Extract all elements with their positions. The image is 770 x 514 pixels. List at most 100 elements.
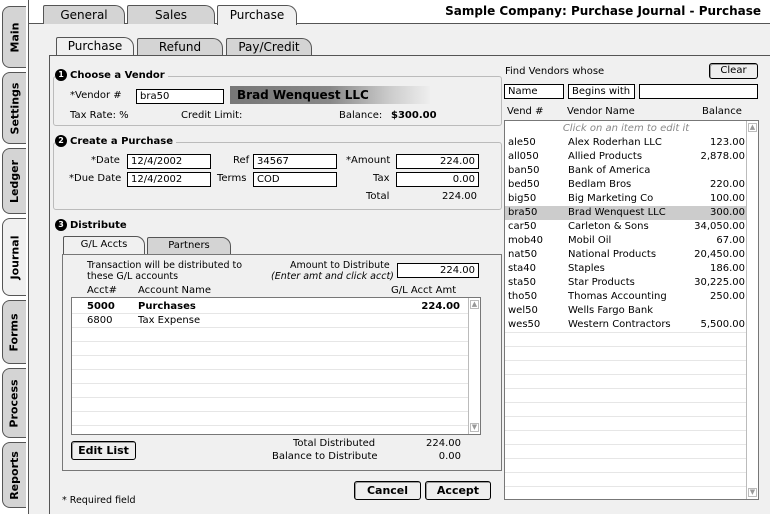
due-date-field[interactable]: [127, 172, 211, 187]
due-date-label: *Due Date: [69, 173, 122, 184]
vendor-list-hint: Click on an item to edit it: [562, 123, 690, 134]
vendor-row[interactable]: all050 Allied Products 2,878.00: [505, 150, 747, 164]
vendor-cell-name: Alex Roderhan LLC: [568, 137, 662, 148]
left-nav: Main Settings Ledger Journal Forms Proce…: [0, 0, 28, 514]
vendor-row[interactable]: wes50 Western Contractors 5,500.00: [505, 318, 747, 332]
vendor-row[interactable]: bra50 Brad Wenquest LLC 300.00: [505, 206, 747, 220]
find-field-select[interactable]: [504, 84, 564, 99]
scroll-up-icon[interactable]: ▲: [748, 123, 757, 132]
grid-line: [505, 458, 746, 459]
grid-line: [72, 313, 468, 314]
grid-line: [505, 430, 746, 431]
main-window: General Sales Purchase Sample Company: P…: [28, 0, 770, 514]
tab-partners[interactable]: Partners: [147, 237, 231, 254]
gl-account-row[interactable]: 5000 Purchases 224.00: [72, 300, 468, 314]
subtab-refund[interactable]: Refund: [137, 38, 223, 56]
vendor-number-label: *Vendor #: [70, 90, 122, 101]
edit-list-button[interactable]: Edit List: [71, 441, 136, 460]
amount-field[interactable]: [396, 154, 479, 169]
vendor-cell-bal: 5,500.00: [700, 319, 745, 330]
nav-tab-settings[interactable]: Settings: [2, 72, 26, 144]
subtab-pay-credit[interactable]: Pay/Credit: [226, 38, 312, 56]
vendor-row[interactable]: car50 Carleton & Sons 34,050.00: [505, 220, 747, 234]
total-distributed-label: Total Distributed: [293, 438, 376, 449]
find-mode-select[interactable]: [568, 84, 635, 99]
nav-tab-journal[interactable]: Journal: [2, 218, 26, 296]
vendor-cell-id: sta40: [508, 263, 536, 274]
ref-field[interactable]: [253, 154, 337, 169]
vendor-cell-name: Bank of America: [568, 165, 651, 176]
nav-tab-reports[interactable]: Reports: [2, 442, 26, 508]
step-number-badge: 2: [55, 135, 67, 147]
total-distributed-value: 224.00: [426, 438, 461, 449]
vendor-cell-bal: 300.00: [710, 207, 745, 218]
find-query-input[interactable]: [639, 84, 758, 99]
vendor-row[interactable]: sta50 Star Products 30,225.00: [505, 276, 747, 290]
grid-line: [72, 383, 468, 384]
gl-list-scrollbar[interactable]: ▲ ▼: [468, 298, 480, 434]
vendor-row[interactable]: ban50 Bank of America: [505, 164, 747, 178]
section-title: Create a Purchase: [70, 135, 173, 147]
vendor-row[interactable]: big50 Big Marketing Co 100.00: [505, 192, 747, 206]
terms-label: Terms: [217, 173, 247, 184]
col-header-vendor-name: Vendor Name: [567, 106, 635, 117]
accept-button[interactable]: Accept: [425, 481, 491, 500]
required-field-note: * Required field: [62, 495, 136, 506]
vendor-cell-id: car50: [508, 221, 537, 232]
vendor-cell-bal: 100.00: [710, 193, 745, 204]
vendor-row[interactable]: ale50 Alex Roderhan LLC 123.00: [505, 136, 747, 150]
nav-tab-process[interactable]: Process: [2, 368, 26, 438]
vendor-cell-name: Western Contractors: [568, 319, 671, 330]
grid-line: [505, 374, 746, 375]
scroll-down-icon[interactable]: ▼: [470, 423, 479, 432]
vendor-cell-bal: 250.00: [710, 291, 745, 302]
tax-rate-label: Tax Rate: %: [70, 110, 129, 121]
terms-field[interactable]: [253, 172, 337, 187]
nav-tab-ledger[interactable]: Ledger: [2, 148, 26, 214]
vendor-cell-bal: 220.00: [710, 179, 745, 190]
total-value: 224.00: [442, 191, 477, 202]
vendor-cell-id: nat50: [508, 249, 538, 260]
scroll-up-icon[interactable]: ▲: [470, 300, 479, 309]
amount-to-distribute-field[interactable]: [397, 263, 479, 278]
nav-tab-main[interactable]: Main: [2, 6, 26, 68]
date-field[interactable]: [127, 154, 211, 169]
grid-line: [72, 369, 468, 370]
grid-line: [505, 416, 746, 417]
scroll-down-icon[interactable]: ▼: [748, 488, 757, 497]
vendor-list-scrollbar[interactable]: ▲ ▼: [746, 121, 758, 499]
balance-label: Balance:: [339, 110, 383, 121]
col-header-gl-amt: G/L Acct Amt: [391, 285, 457, 296]
cancel-button[interactable]: Cancel: [354, 481, 421, 500]
subtab-purchase[interactable]: Purchase: [56, 37, 134, 56]
grid-line: [72, 411, 468, 412]
vendor-cell-id: big50: [508, 193, 537, 204]
vendor-row[interactable]: tho50 Thomas Accounting 250.00: [505, 290, 747, 304]
vendor-cell-bal: 34,050.00: [694, 221, 745, 232]
tab-purchase[interactable]: Purchase: [217, 5, 297, 25]
gl-account-row[interactable]: 6800 Tax Expense: [72, 314, 468, 328]
vendor-cell-id: all050: [508, 151, 539, 162]
tax-field[interactable]: [396, 172, 479, 187]
vendor-cell-id: mob40: [508, 235, 543, 246]
vendor-number-field[interactable]: [136, 89, 224, 104]
choose-vendor-heading: 1 Choose a Vendor: [55, 69, 168, 81]
nav-tab-forms[interactable]: Forms: [2, 300, 26, 364]
date-label: *Date: [91, 155, 120, 166]
vendor-row[interactable]: mob40 Mobil Oil 67.00: [505, 234, 747, 248]
tab-gl-accts[interactable]: G/L Accts: [63, 236, 145, 254]
tab-sales[interactable]: Sales: [127, 5, 215, 24]
vendor-row[interactable]: bed50 Bedlam Bros 220.00: [505, 178, 747, 192]
nav-tab-label: Ledger: [8, 159, 22, 203]
vendor-row[interactable]: wel50 Wells Fargo Bank: [505, 304, 747, 318]
vendor-row[interactable]: nat50 National Products 20,450.00: [505, 248, 747, 262]
clear-button[interactable]: Clear: [709, 63, 758, 79]
vendor-row[interactable]: sta40 Staples 186.00: [505, 262, 747, 276]
vendor-cell-bal: 67.00: [716, 235, 745, 246]
grid-line: [505, 402, 746, 403]
vendor-cell-name: Wells Fargo Bank: [568, 305, 654, 316]
balance-to-distribute-label: Balance to Distribute: [272, 451, 378, 462]
tab-general[interactable]: General: [43, 5, 125, 24]
gl-cell-name: Purchases: [138, 301, 196, 312]
ref-label: Ref: [233, 155, 250, 166]
